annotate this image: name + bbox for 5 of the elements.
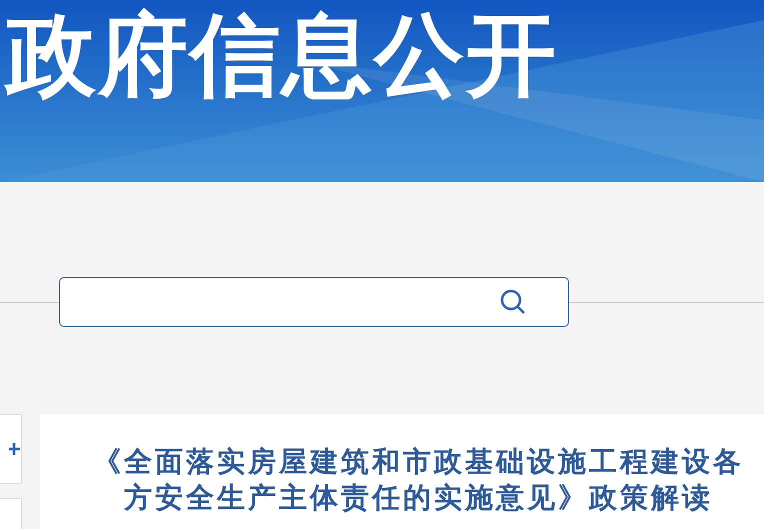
article-title: 《全面落实房屋建筑和市政基础设施工程建设各方安全生产主体责任的实施意见》政策解读 [92, 444, 745, 516]
search-field[interactable] [59, 277, 569, 327]
banner-title: 政府信息公开 [3, 2, 559, 110]
search-icon[interactable] [500, 289, 526, 315]
plus-icon [9, 441, 21, 457]
